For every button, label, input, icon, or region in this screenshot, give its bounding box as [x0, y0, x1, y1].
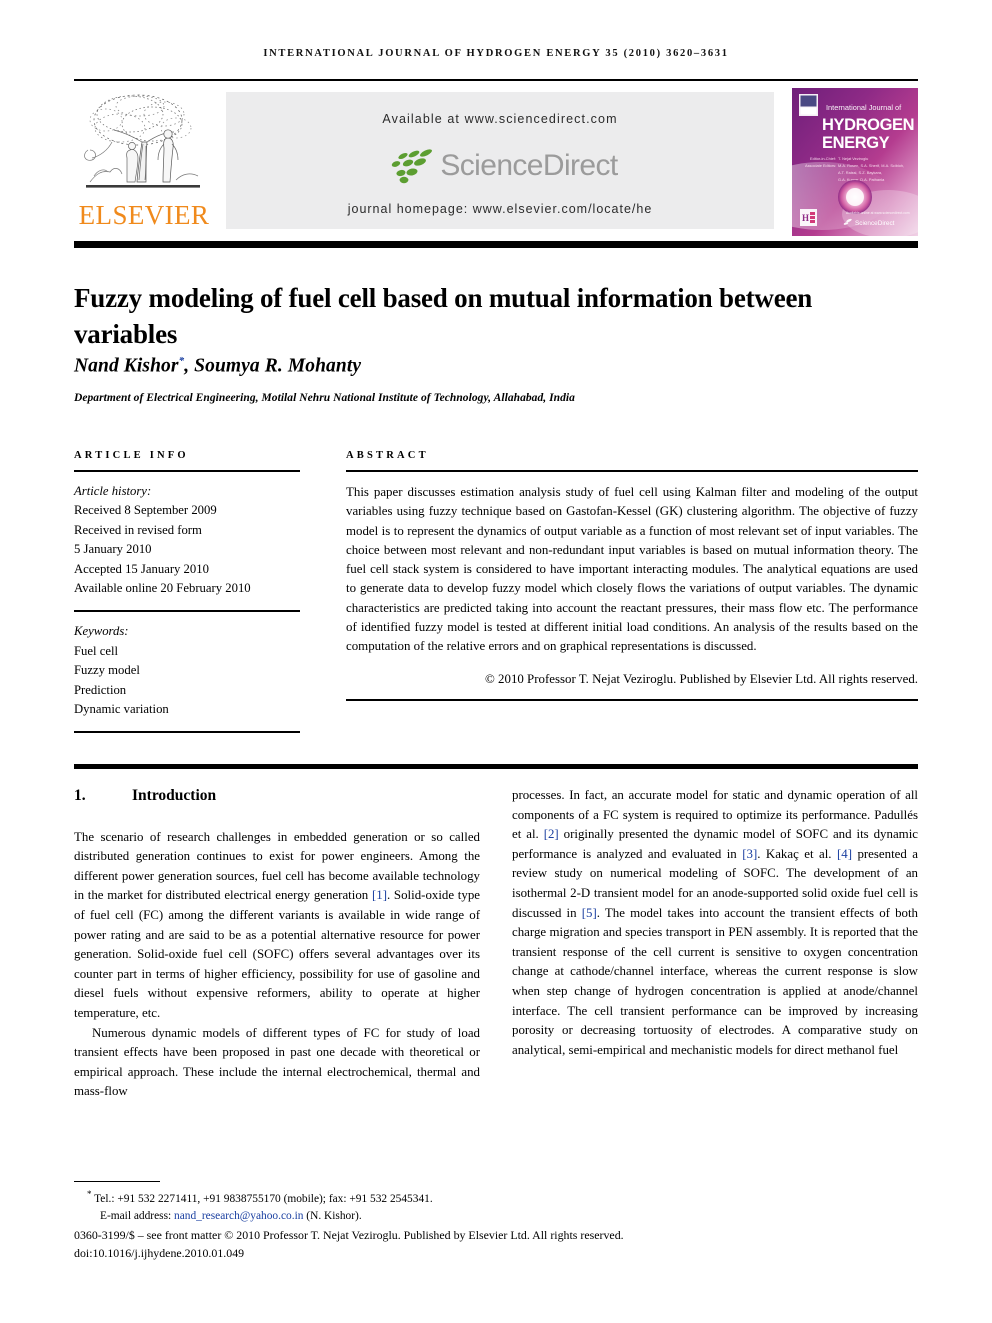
history-item: Received 8 September 2009 [74, 503, 217, 518]
issn-copyright-line: 0360-3199/$ – see front matter © 2010 Pr… [74, 1228, 624, 1242]
abstract-column: Abstract This paper discusses estimation… [346, 450, 918, 701]
doi-line: doi:10.1016/j.ijhydene.2010.01.049 [74, 1246, 245, 1261]
keyword-item: Fuzzy model [74, 663, 140, 678]
paragraph: processes. In fact, an accurate model fo… [512, 786, 918, 1060]
elsevier-logo: ELSEVIER [74, 88, 214, 236]
svg-text:H: H [802, 213, 809, 223]
running-head: International Journal of Hydrogen Energy… [263, 48, 729, 59]
footnote-tel: Tel.: +91 532 2271411, +91 9838755170 (m… [91, 1192, 433, 1205]
article-history-label: Article history: [74, 484, 152, 498]
footnote-rule [74, 1181, 160, 1182]
body-column-left: 1. Introduction The scenario of research… [74, 786, 480, 1102]
body-top-rule [74, 764, 918, 769]
svg-text:Associate Editors:: Associate Editors: [805, 163, 836, 168]
author-names: Nand Kishor [74, 355, 179, 377]
sciencedirect-logo: ScienceDirect [226, 144, 774, 188]
svg-text:G.A. Kumar, D.A. Pathania: G.A. Kumar, D.A. Pathania [838, 177, 885, 182]
journal-banner: ELSEVIER Available at www.sciencedirect.… [74, 88, 918, 236]
svg-text:International Journal of: International Journal of [826, 103, 902, 112]
email-suffix: (N. Kishor). [303, 1210, 362, 1223]
journal-homepage-text: journal homepage: www.elsevier.com/locat… [347, 202, 653, 216]
elsevier-tree-icon [84, 94, 200, 188]
footnote-contact: * Tel.: +91 532 2271411, +91 9838755170 … [74, 1186, 918, 1208]
imprint-block: 0360-3199/$ – see front matter © 2010 Pr… [74, 1226, 918, 1263]
reference-link-1[interactable]: [1] [372, 888, 387, 902]
sciencedirect-banner: Available at www.sciencedirect.com Scien… [226, 92, 774, 229]
abstract-copyright: © 2010 Professor T. Nejat Veziroglu. Pub… [485, 671, 918, 686]
svg-text:ScienceDirect: ScienceDirect [855, 220, 895, 227]
article-page: International Journal of Hydrogen Energy… [0, 0, 992, 1323]
abstract-rule-bottom [346, 698, 918, 701]
history-item: Accepted 15 January 2010 [74, 561, 209, 576]
article-info-rule-top [74, 470, 300, 472]
reference-link-5[interactable]: [5] [582, 906, 597, 920]
sciencedirect-wordmark: ScienceDirect [440, 149, 618, 182]
svg-text:T. Nejat Veziroglu: T. Nejat Veziroglu [838, 156, 868, 161]
keywords-block: Keywords: Fuel cell Fuzzy model Predicti… [74, 622, 300, 719]
page-title: Fuzzy modeling of fuel cell based on mut… [74, 283, 813, 350]
journal-cover-art: International Journal of HYDROGEN ENERGY… [792, 88, 918, 236]
paragraph-text: . Kakaç et al. [757, 846, 837, 861]
article-info-rule-bottom [74, 731, 300, 734]
svg-text:M.A. Rosen, S.A. Sherif, M.A.: M.A. Rosen, S.A. Sherif, M.A. Scibioh, [838, 163, 904, 168]
footnote-email-line: E-mail address: nand_research@yahoo.co.i… [74, 1208, 918, 1226]
keyword-item: Prediction [74, 682, 127, 697]
svg-text:ENERGY: ENERGY [822, 134, 890, 152]
keyword-item: Dynamic variation [74, 702, 169, 717]
paragraph: Numerous dynamic models of different typ… [74, 1025, 480, 1099]
email-link[interactable]: nand_research@yahoo.co.in [174, 1210, 303, 1222]
svg-text:A.T. Raissi, S.Z. Baykara,: A.T. Raissi, S.Z. Baykara, [838, 170, 882, 175]
available-at-text: Available at www.sciencedirect.com [382, 112, 618, 126]
journal-cover-thumbnail: International Journal of HYDROGEN ENERGY… [792, 88, 918, 236]
body-column-right: processes. In fact, an accurate model fo… [512, 786, 918, 1060]
history-item: Received in revised form [74, 522, 202, 537]
reference-link-4[interactable]: [4] [837, 847, 852, 861]
footnote-block: * Tel.: +91 532 2271411, +91 9838755170 … [74, 1186, 918, 1226]
article-info-rule-mid [74, 610, 300, 613]
sciencedirect-leaf-icon [392, 149, 433, 184]
abstract-text: This paper discusses estimation analysis… [346, 485, 918, 654]
keywords-label: Keywords: [74, 624, 129, 639]
abstract-rule-top [346, 470, 918, 472]
header-rule [74, 79, 918, 81]
paragraph: The scenario of research challenges in e… [74, 828, 480, 1024]
affiliation: Department of Electrical Engineering, Mo… [74, 392, 575, 404]
paragraph-text: . The model takes into account the trans… [512, 905, 918, 1057]
svg-text:HYDROGEN: HYDROGEN [822, 116, 914, 134]
banner-bottom-bar [74, 241, 918, 248]
keyword-item: Fuel cell [74, 643, 119, 658]
section-heading-introduction: 1. Introduction [74, 786, 480, 806]
article-info-column: Article info Article history: Received 8… [74, 450, 300, 734]
author-names-rest: , Soumya R. Mohanty [184, 355, 362, 377]
history-item: 5 January 2010 [74, 542, 152, 557]
article-history: Article history: Received 8 September 20… [74, 482, 300, 598]
section-title: Introduction [132, 787, 217, 804]
svg-text:Editor-in-Chief:: Editor-in-Chief: [810, 156, 836, 161]
svg-text:Available online at www.scienc: Available online at www.sciencedirect.co… [846, 211, 910, 215]
section-number: 1. [74, 787, 86, 804]
author-list: Nand Kishor*, Soumya R. Mohanty [74, 355, 874, 378]
history-item: Available online 20 February 2010 [74, 581, 251, 596]
article-info-heading: Article info [74, 450, 189, 461]
reference-link-2[interactable]: [2] [544, 827, 559, 841]
abstract-heading: Abstract [346, 450, 429, 461]
elsevier-wordmark: ELSEVIER [78, 200, 210, 230]
reference-link-3[interactable]: [3] [742, 847, 757, 861]
paragraph-text: . Solid-oxide type of fuel cell (FC) amo… [74, 888, 480, 1020]
email-label: E-mail address: [100, 1210, 175, 1223]
